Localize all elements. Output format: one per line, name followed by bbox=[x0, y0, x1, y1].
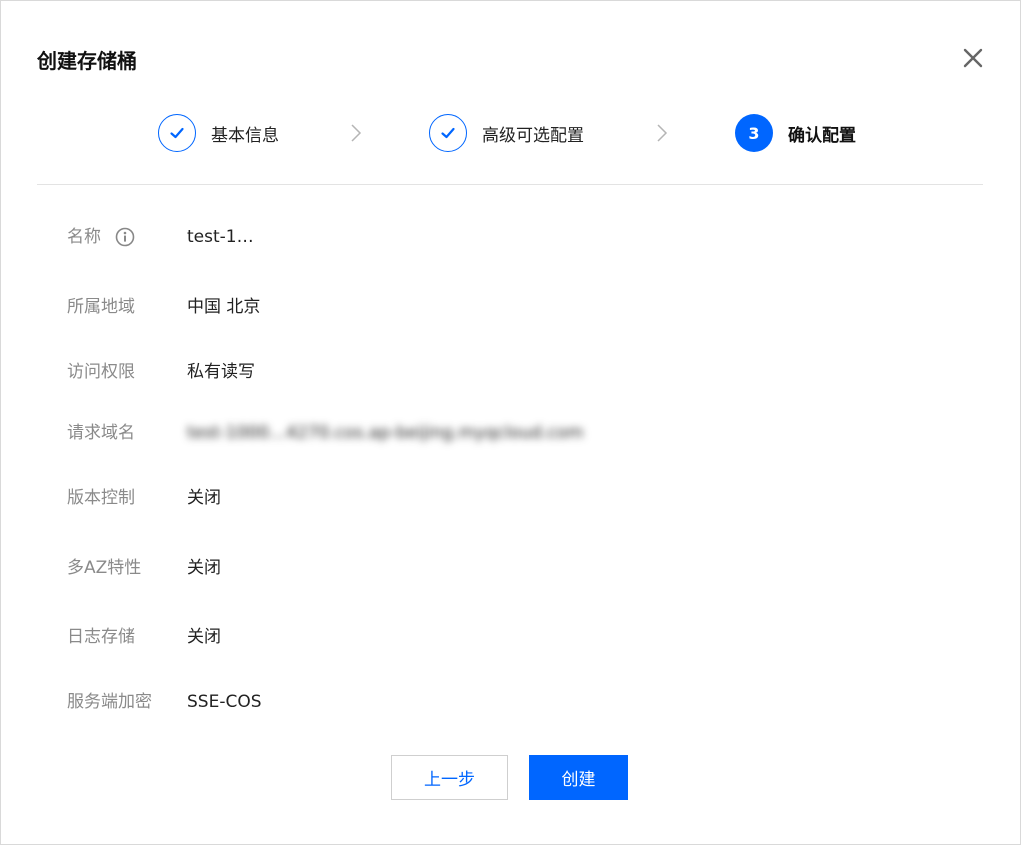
step-number: 3 bbox=[735, 114, 773, 152]
field-multi-az: 多AZ特性 关闭 bbox=[1, 555, 1020, 581]
create-button[interactable]: 创建 bbox=[529, 755, 628, 800]
dialog-title: 创建存储桶 bbox=[37, 49, 137, 73]
create-bucket-dialog: 创建存储桶 基本信息 高级可选配置 3 确认配置 名称 test-1… 所属地域… bbox=[0, 0, 1021, 845]
field-logging: 日志存储 关闭 bbox=[1, 624, 1020, 650]
field-label: 服务端加密 bbox=[67, 692, 152, 712]
field-versioning: 版本控制 关闭 bbox=[1, 485, 1020, 511]
step-advanced-config: 高级可选配置 bbox=[429, 112, 584, 154]
close-icon bbox=[963, 48, 983, 68]
field-label: 访问权限 bbox=[67, 362, 135, 382]
field-value: test-1000…4270.cos.ap-beijing.myqcloud.c… bbox=[187, 423, 584, 443]
field-value: 关闭 bbox=[187, 488, 221, 508]
info-icon[interactable] bbox=[115, 227, 135, 247]
field-label: 版本控制 bbox=[67, 488, 135, 508]
field-value: SSE-COS bbox=[187, 692, 262, 712]
field-region: 所属地域 中国 北京 bbox=[1, 294, 1020, 320]
field-label: 多AZ特性 bbox=[67, 558, 142, 578]
step-label: 基本信息 bbox=[211, 125, 279, 146]
step-circle bbox=[158, 114, 196, 152]
divider bbox=[37, 184, 983, 185]
step-label: 确认配置 bbox=[788, 125, 856, 146]
field-label: 请求域名 bbox=[67, 423, 135, 443]
field-value: test-1… bbox=[187, 227, 254, 247]
field-label: 日志存储 bbox=[67, 627, 135, 647]
field-value: 关闭 bbox=[187, 558, 221, 578]
stepper: 基本信息 高级可选配置 3 确认配置 bbox=[1, 112, 1020, 154]
field-value: 中国 北京 bbox=[187, 297, 261, 317]
field-name: 名称 test-1… bbox=[1, 224, 1020, 250]
step-confirm-config: 3 确认配置 bbox=[735, 112, 856, 154]
step-basic-info: 基本信息 bbox=[158, 112, 279, 154]
step-circle bbox=[429, 114, 467, 152]
check-icon bbox=[441, 127, 455, 139]
previous-step-button[interactable]: 上一步 bbox=[391, 755, 508, 800]
field-value: 私有读写 bbox=[187, 362, 255, 382]
step-label: 高级可选配置 bbox=[482, 125, 584, 146]
field-domain: 请求域名 test-1000…4270.cos.ap-beijing.myqcl… bbox=[1, 420, 1020, 446]
field-label: 名称 bbox=[67, 227, 101, 247]
chevron-right-icon bbox=[657, 124, 668, 142]
field-value: 关闭 bbox=[187, 627, 221, 647]
field-label: 所属地域 bbox=[67, 297, 135, 317]
check-icon bbox=[170, 127, 184, 139]
field-encryption: 服务端加密 SSE-COS bbox=[1, 689, 1020, 715]
chevron-right-icon bbox=[351, 124, 362, 142]
close-button[interactable] bbox=[959, 44, 987, 72]
field-access: 访问权限 私有读写 bbox=[1, 359, 1020, 385]
